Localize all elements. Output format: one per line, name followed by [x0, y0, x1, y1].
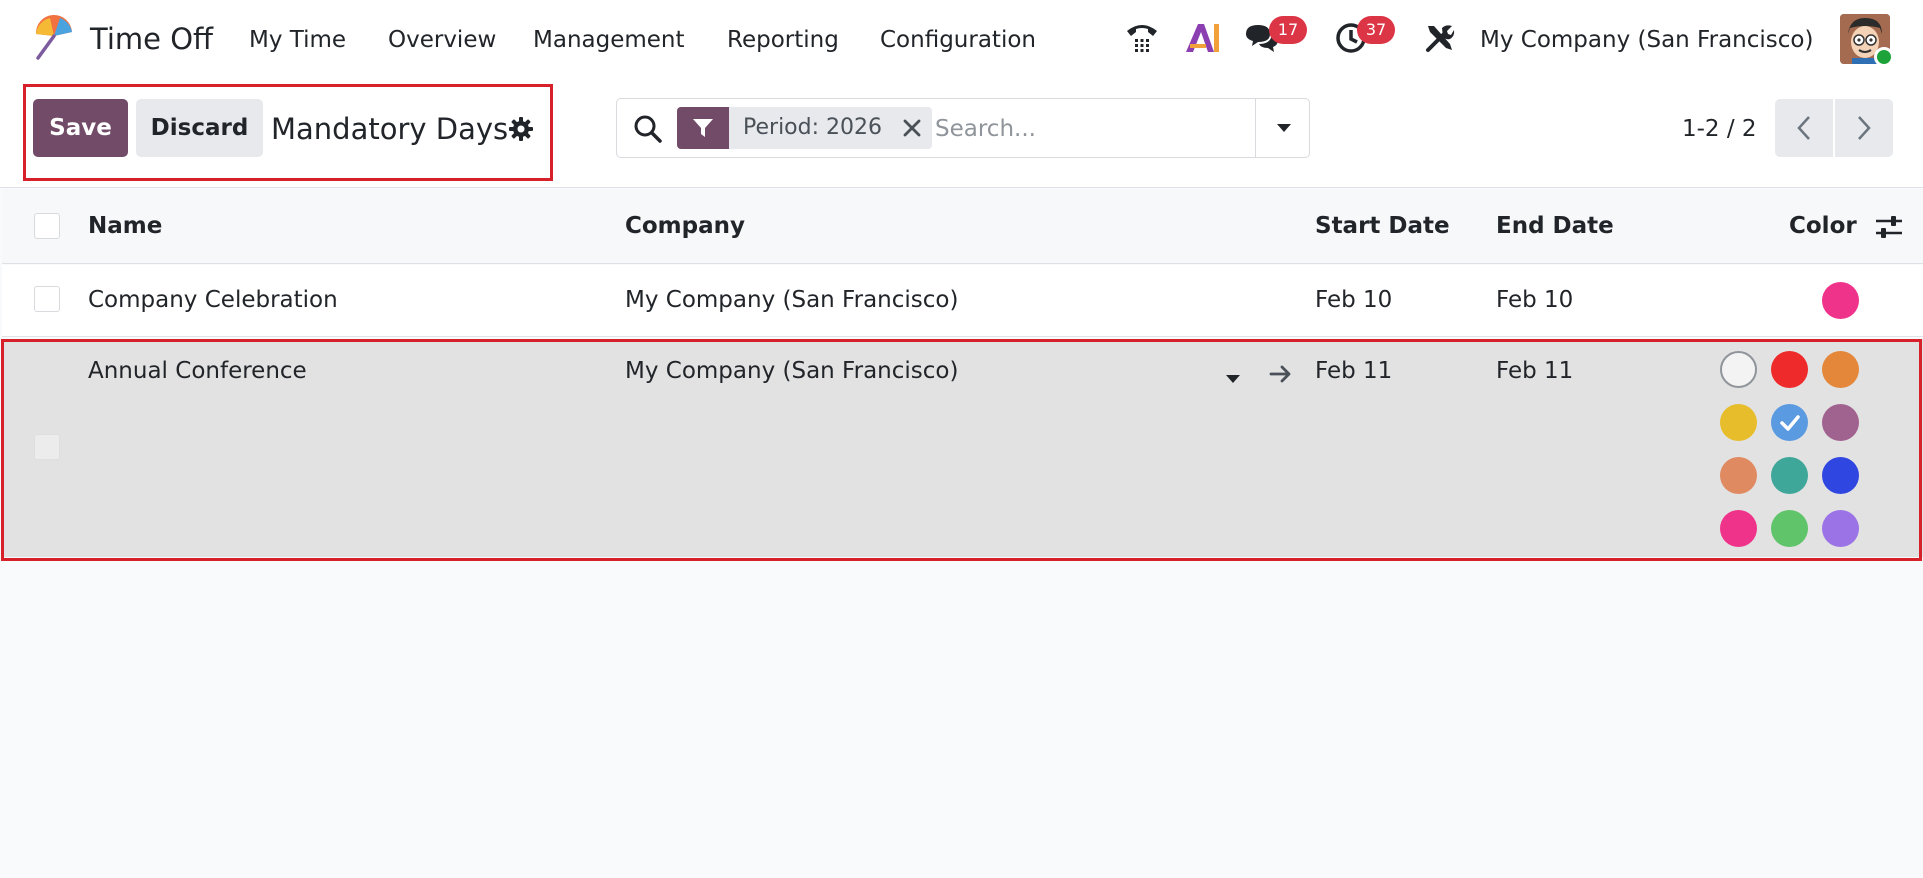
- messages-count-badge: 17: [1269, 16, 1307, 44]
- filter-icon: [677, 107, 729, 149]
- field-start-date[interactable]: Feb 11: [1315, 358, 1392, 384]
- app-name[interactable]: Time Off: [90, 22, 213, 56]
- arrow-right-icon[interactable]: [1268, 363, 1294, 385]
- phone-icon[interactable]: [1122, 18, 1162, 58]
- save-button[interactable]: Save: [33, 99, 128, 157]
- checkmark-icon: [1779, 414, 1800, 431]
- field-end-date[interactable]: Feb 11: [1496, 358, 1573, 384]
- online-status-indicator: [1874, 47, 1894, 67]
- nav-reporting[interactable]: Reporting: [727, 27, 839, 53]
- color-option[interactable]: [1771, 404, 1808, 441]
- column-header-end-date[interactable]: End Date: [1496, 213, 1614, 239]
- umbrella-logo-icon[interactable]: [30, 14, 78, 62]
- column-header-company[interactable]: Company: [625, 213, 745, 239]
- search-facet: Period: 2026: [677, 107, 932, 149]
- table-header: Name Company Start Date End Date Color: [2, 189, 1923, 264]
- nav-management[interactable]: Management: [533, 27, 685, 53]
- caret-down-icon: [1276, 124, 1291, 132]
- color-option[interactable]: [1771, 351, 1808, 388]
- search-bar: Period: 2026: [616, 98, 1310, 158]
- column-header-start-date[interactable]: Start Date: [1315, 213, 1450, 239]
- color-option[interactable]: [1822, 510, 1859, 547]
- field-company[interactable]: My Company (San Francisco): [625, 358, 958, 384]
- color-option[interactable]: [1720, 404, 1757, 441]
- pager-previous-button[interactable]: [1775, 99, 1833, 157]
- select-all-checkbox[interactable]: [34, 213, 60, 239]
- color-option[interactable]: [1822, 457, 1859, 494]
- color-option[interactable]: [1720, 351, 1757, 388]
- close-icon[interactable]: [892, 107, 932, 149]
- cell-name: Company Celebration: [88, 287, 338, 313]
- search-options-toggle[interactable]: [1255, 99, 1311, 157]
- cell-start-date: Feb 10: [1315, 287, 1393, 313]
- color-option[interactable]: [1720, 457, 1757, 494]
- search-icon[interactable]: [633, 114, 663, 144]
- cell-company: My Company (San Francisco): [625, 287, 959, 313]
- pager-value[interactable]: 1-2 / 2: [1682, 116, 1757, 142]
- activities-count-badge: 37: [1357, 16, 1395, 44]
- cell-end-date: Feb 10: [1496, 287, 1574, 313]
- company-switcher[interactable]: My Company (San Francisco): [1480, 27, 1813, 53]
- color-option[interactable]: [1720, 510, 1757, 547]
- discard-button[interactable]: Discard: [136, 99, 263, 157]
- page-title: Mandatory Days: [271, 112, 509, 146]
- row-checkbox[interactable]: [34, 286, 60, 312]
- chevron-right-icon: [1858, 116, 1871, 140]
- nav-configuration[interactable]: Configuration: [880, 27, 1036, 53]
- editable-table-row[interactable]: Annual Conference My Company (San Franci…: [2, 339, 1923, 557]
- nav-overview[interactable]: Overview: [388, 27, 496, 53]
- column-header-name[interactable]: Name: [88, 213, 162, 239]
- control-panel: Save Discard Mandatory Days Period: 2026…: [0, 82, 1923, 188]
- chevron-left-icon: [1797, 116, 1810, 140]
- color-option[interactable]: [1771, 510, 1808, 547]
- search-input[interactable]: [935, 111, 1235, 147]
- field-name[interactable]: Annual Conference: [88, 358, 307, 384]
- row-checkbox[interactable]: [34, 434, 60, 460]
- table-row[interactable]: Company Celebration My Company (San Fran…: [2, 265, 1923, 337]
- color-option[interactable]: [1822, 404, 1859, 441]
- pager-next-button[interactable]: [1835, 99, 1893, 157]
- facet-label: Period: 2026: [743, 115, 882, 140]
- color-option[interactable]: [1771, 457, 1808, 494]
- nav-my-time[interactable]: My Time: [249, 27, 346, 53]
- company-dropdown-caret-icon[interactable]: [1226, 375, 1240, 383]
- ai-icon[interactable]: [1182, 18, 1222, 58]
- column-settings-icon[interactable]: [1874, 214, 1904, 240]
- gear-icon[interactable]: [508, 116, 534, 142]
- tools-icon[interactable]: [1420, 18, 1460, 58]
- cell-color-swatch: [1822, 282, 1859, 319]
- color-option[interactable]: [1822, 351, 1859, 388]
- column-header-color[interactable]: Color: [1789, 213, 1857, 239]
- top-navbar: Time Off My Time Overview Management Rep…: [0, 0, 1923, 82]
